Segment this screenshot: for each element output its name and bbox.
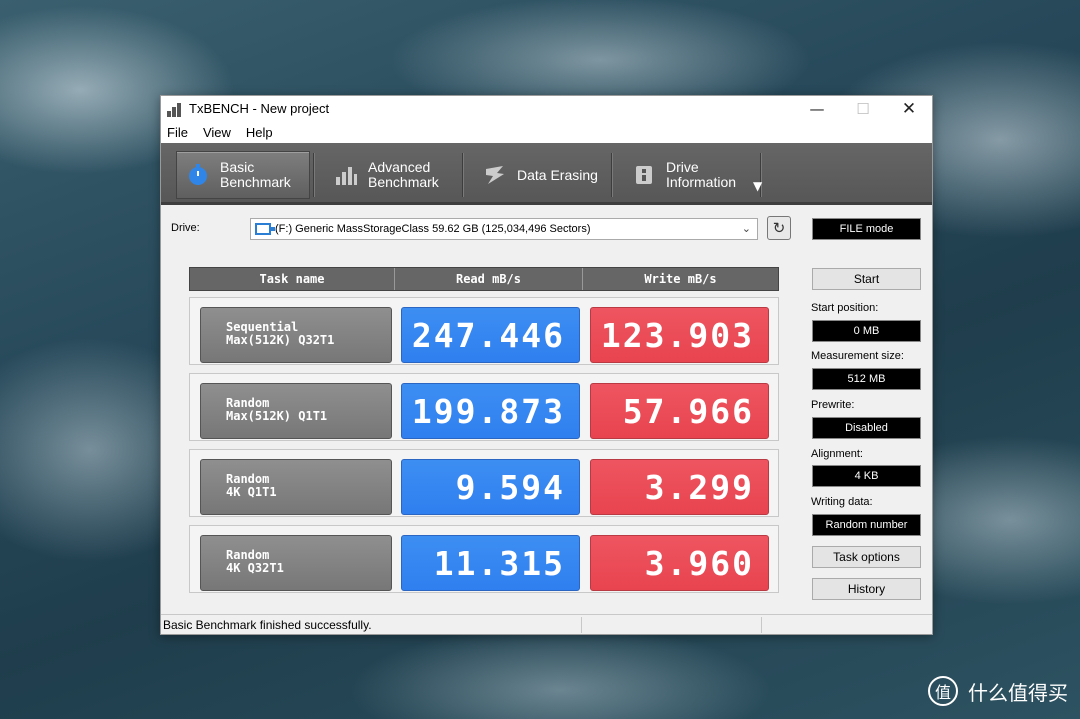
status-divider: [761, 617, 762, 633]
app-icon: [167, 101, 183, 117]
watermark-text: 什么值得买: [968, 680, 1068, 705]
stopwatch-icon: [185, 162, 211, 188]
chevron-down-icon: ⌄: [741, 223, 751, 235]
read-value: 11.315: [401, 535, 580, 591]
start-position-label: Start position:: [811, 302, 879, 314]
table-row: Random Max(512K) Q1T1 199.873 57.966: [189, 373, 779, 441]
start-button[interactable]: Start: [812, 268, 921, 290]
tab-basic-line1: Basic: [220, 159, 255, 175]
menu-view[interactable]: View: [203, 125, 231, 140]
tab-erasing-line1: Data Erasing: [517, 166, 598, 183]
start-position-field[interactable]: 0 MB: [812, 320, 921, 342]
write-value: 3.960: [590, 535, 769, 591]
tab-drive-line2: Information: [666, 174, 737, 190]
tab-advanced-line2: Benchmark: [368, 174, 439, 190]
app-window: TxBENCH - New project — ☐ ✕ File View He…: [160, 95, 933, 635]
task-line2: Max(512K) Q1T1: [226, 409, 328, 423]
read-value: 199.873: [401, 383, 580, 439]
bar-chart-icon: [333, 162, 359, 188]
task-line2: 4K Q1T1: [226, 485, 277, 499]
tab-drive-information[interactable]: Drive Information: [623, 151, 757, 199]
table-row: Random 4K Q32T1 11.315 3.960: [189, 525, 779, 593]
minimize-button[interactable]: —: [794, 96, 840, 121]
status-divider: [581, 617, 582, 633]
watermark: 值 什么值得买: [928, 676, 1068, 706]
prewrite-field[interactable]: Disabled: [812, 417, 921, 439]
header-write: Write mB/s: [644, 272, 717, 286]
status-bar: Basic Benchmark finished successfully.: [161, 614, 932, 634]
eraser-icon: [482, 162, 508, 188]
history-button[interactable]: History: [812, 578, 921, 600]
usb-drive-icon: [255, 223, 275, 235]
menu-bar: File View Help: [161, 121, 932, 143]
refresh-button[interactable]: ↻: [767, 216, 791, 240]
task-button-rnd-q1t1[interactable]: Random Max(512K) Q1T1: [200, 383, 392, 439]
tab-basic-benchmark[interactable]: Basic Benchmark: [176, 151, 310, 199]
tab-advanced-benchmark[interactable]: Advanced Benchmark: [325, 151, 459, 199]
measurement-size-field[interactable]: 512 MB: [812, 368, 921, 390]
table-row: Sequential Max(512K) Q32T1 247.446 123.9…: [189, 297, 779, 365]
task-line2: 4K Q32T1: [226, 561, 284, 575]
drive-select[interactable]: (F:) Generic MassStorageClass 59.62 GB (…: [250, 218, 758, 240]
prewrite-label: Prewrite:: [811, 399, 855, 411]
menu-help[interactable]: Help: [246, 125, 273, 140]
toolbar-divider: [313, 153, 315, 197]
results-table-header: Task name Read mB/s Write mB/s: [189, 267, 779, 291]
file-mode-toggle[interactable]: FILE mode: [812, 218, 921, 240]
window-title: TxBENCH - New project: [189, 101, 330, 116]
writing-data-label: Writing data:: [811, 496, 873, 508]
alignment-label: Alignment:: [811, 448, 863, 460]
toolbar-divider: [611, 153, 613, 197]
toolbar: Basic Benchmark Advanced Benchmark Data …: [161, 143, 932, 205]
menu-file[interactable]: File: [167, 125, 188, 140]
tab-drive-line1: Drive: [666, 159, 699, 175]
write-value: 123.903: [590, 307, 769, 363]
status-text: Basic Benchmark finished successfully.: [163, 617, 372, 632]
task-line2: Max(512K) Q32T1: [226, 333, 335, 347]
watermark-logo-icon: 值: [928, 676, 958, 706]
tab-basic-line2: Benchmark: [220, 174, 291, 190]
task-button-4k-q1t1[interactable]: Random 4K Q1T1: [200, 459, 392, 515]
close-button[interactable]: ✕: [886, 96, 932, 121]
measurement-size-label: Measurement size:: [811, 350, 904, 362]
drive-info-icon: [631, 162, 657, 188]
maximize-button[interactable]: ☐: [840, 96, 886, 121]
drive-label: Drive:: [171, 222, 200, 234]
toolbar-dropdown-icon[interactable]: ▼: [753, 179, 762, 193]
task-options-button[interactable]: Task options: [812, 546, 921, 568]
table-row: Random 4K Q1T1 9.594 3.299: [189, 449, 779, 517]
task-button-seq-q32t1[interactable]: Sequential Max(512K) Q32T1: [200, 307, 392, 363]
title-bar[interactable]: TxBENCH - New project — ☐ ✕: [161, 96, 932, 121]
task-button-4k-q32t1[interactable]: Random 4K Q32T1: [200, 535, 392, 591]
toolbar-divider: [462, 153, 464, 197]
writing-data-field[interactable]: Random number: [812, 514, 921, 536]
header-read: Read mB/s: [395, 268, 583, 290]
header-task-name: Task name: [190, 268, 395, 290]
read-value: 247.446: [401, 307, 580, 363]
drive-select-value: (F:) Generic MassStorageClass 59.62 GB (…: [275, 223, 591, 235]
write-value: 3.299: [590, 459, 769, 515]
write-value: 57.966: [590, 383, 769, 439]
tab-data-erasing[interactable]: Data Erasing: [474, 151, 608, 199]
alignment-field[interactable]: 4 KB: [812, 465, 921, 487]
tab-advanced-line1: Advanced: [368, 159, 431, 175]
read-value: 9.594: [401, 459, 580, 515]
